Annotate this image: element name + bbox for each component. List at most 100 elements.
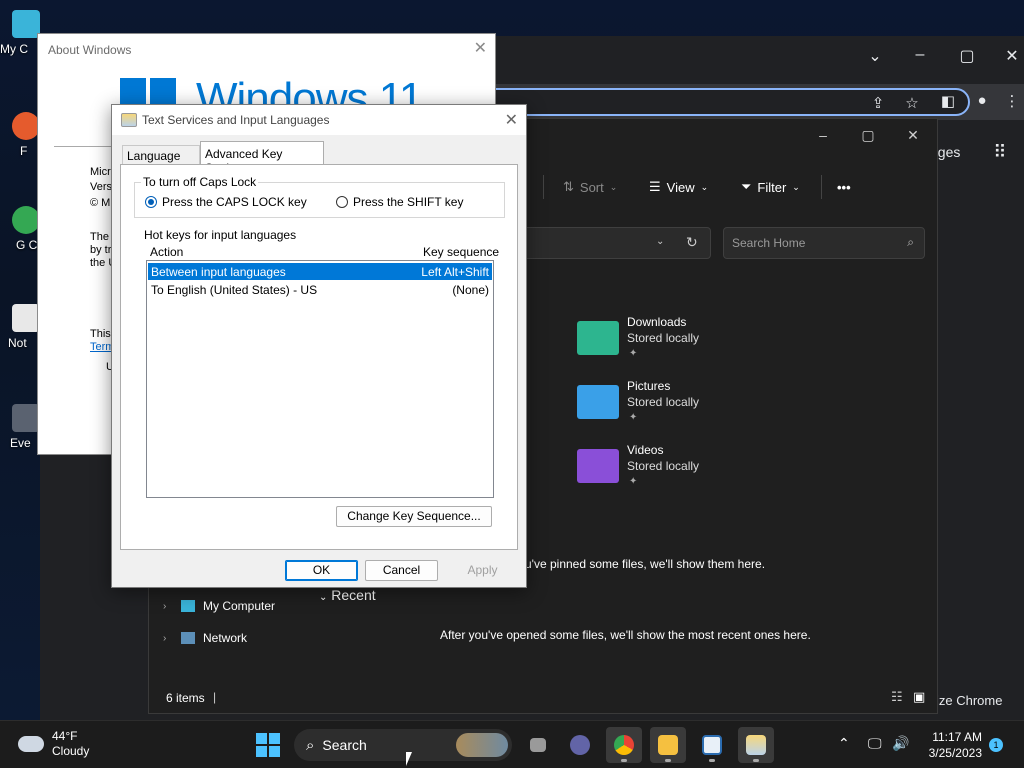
tab-advanced-key-settings[interactable]: Advanced Key Settings: [200, 141, 324, 175]
address-bar[interactable]: ⇪ ☆: [480, 88, 970, 116]
desktop-icon-firefox[interactable]: F: [0, 112, 40, 158]
star-icon[interactable]: ☆: [902, 94, 922, 112]
close-icon[interactable]: ✕: [1000, 46, 1024, 66]
group-label: To turn off Caps Lock: [141, 175, 259, 189]
notification-badge[interactable]: 1: [989, 738, 1003, 752]
apply-button: Apply: [446, 560, 519, 581]
quick-access-pictures[interactable]: Pictures Stored locally ✦: [577, 379, 777, 431]
taskbar: 44°F Cloudy ⌕ Search ⌃ 🖵 🔊 11:17 AM 3/25…: [0, 720, 1024, 768]
cloud-icon: [18, 736, 44, 752]
refresh-icon[interactable]: ↻: [686, 234, 698, 251]
date: 3/25/2023: [928, 746, 982, 760]
recent-section-header[interactable]: ⌄ Recent: [319, 587, 376, 603]
radio-caps-lock[interactable]: Press the CAPS LOCK key: [145, 195, 307, 209]
sort-button[interactable]: ⇅ Sort ⌄: [563, 171, 617, 203]
share-icon[interactable]: ⇪: [868, 94, 888, 112]
chevron-up-icon[interactable]: ⌃: [838, 735, 850, 752]
clock[interactable]: 11:17 AM 3/25/2023: [920, 729, 982, 761]
taskbar-search[interactable]: ⌕ Search: [294, 729, 512, 761]
address-bar[interactable]: ⌄ ↻: [511, 227, 711, 259]
command-separator: [543, 175, 544, 199]
desktop-icon-chrome[interactable]: G Ch: [0, 206, 40, 252]
computer-icon: [181, 600, 195, 612]
start-button[interactable]: [256, 733, 280, 757]
chevron-down-icon: ⌄: [700, 181, 709, 192]
chevron-down-icon[interactable]: ⌄: [656, 236, 664, 247]
about-text: Vers: [90, 181, 113, 193]
column-header-key-sequence[interactable]: Key sequence: [423, 245, 499, 259]
chat-icon: [570, 735, 590, 755]
change-key-sequence-button[interactable]: Change Key Sequence...: [336, 506, 492, 527]
close-icon[interactable]: ✕: [901, 127, 925, 144]
radio-shift[interactable]: Press the SHIFT key: [336, 195, 463, 209]
about-text: © M: [90, 197, 111, 209]
tiles-view-icon[interactable]: ▣: [913, 689, 925, 705]
text-services-taskbar-button[interactable]: [738, 727, 774, 763]
hotkeys-list[interactable]: Between input languages Left Alt+Shift T…: [146, 260, 494, 498]
text-services-dialog: Text Services and Input Languages ✕ Lang…: [111, 104, 527, 588]
close-icon[interactable]: ✕: [474, 38, 487, 58]
list-item[interactable]: To English (United States) - US (None): [148, 281, 492, 298]
chevron-down-icon: ⌄: [609, 181, 618, 192]
window-icon: [702, 735, 722, 755]
chevron-down-icon: ⌄: [792, 181, 800, 192]
chrome-taskbar-button[interactable]: [606, 727, 642, 763]
temperature: 44°F: [52, 729, 78, 743]
desktop-icon-event[interactable]: Eve: [0, 404, 40, 450]
about-text: by tr: [90, 244, 112, 256]
side-panel-icon[interactable]: ◧: [938, 92, 958, 110]
about-windows-taskbar-button[interactable]: [694, 727, 730, 763]
cancel-button[interactable]: Cancel: [365, 560, 438, 581]
teams-button[interactable]: [562, 727, 598, 763]
caps-lock-group: To turn off Caps Lock Press the CAPS LOC…: [134, 175, 505, 218]
details-view-icon[interactable]: ☷: [891, 689, 903, 705]
apps-grid-icon[interactable]: ⠿: [990, 142, 1010, 163]
desktop-icon-my-computer[interactable]: My C: [0, 10, 40, 56]
time: 11:17 AM: [932, 730, 982, 744]
search-icon: ⌕: [306, 736, 315, 754]
task-view-button[interactable]: [520, 727, 556, 763]
nav-item-network[interactable]: › Network: [163, 631, 247, 645]
volume-icon[interactable]: 🔊: [892, 735, 909, 752]
view-button[interactable]: ☰ View ⌄: [649, 171, 708, 203]
search-highlight-image: [456, 733, 508, 757]
status-bar: 6 items | ☷ ▣: [149, 685, 937, 713]
chevron-down-icon[interactable]: ⌄: [863, 46, 887, 66]
quick-access-downloads[interactable]: Downloads Stored locally ✦: [577, 315, 777, 367]
item-count: 6 items: [166, 691, 205, 705]
minimize-icon[interactable]: –: [811, 127, 835, 143]
command-separator: [821, 175, 822, 199]
network-icon[interactable]: 🖵: [868, 735, 882, 752]
list-item[interactable]: Between input languages Left Alt+Shift: [148, 263, 492, 280]
chevron-right-icon: ›: [163, 632, 167, 644]
maximize-icon[interactable]: ▢: [955, 46, 979, 66]
firefox-icon: [12, 112, 40, 140]
mouse-cursor: [406, 752, 412, 766]
running-indicator: [665, 759, 671, 762]
weather-condition: Cloudy: [52, 744, 90, 758]
videos-folder-icon: [577, 449, 619, 483]
menu-icon[interactable]: ⋮: [1002, 92, 1022, 110]
pin-icon: ✦: [629, 476, 638, 487]
nav-item-my-computer[interactable]: › My Computer: [163, 599, 275, 613]
search-input[interactable]: Search Home ⌕: [723, 227, 925, 259]
filter-button[interactable]: ⏷ Filter ⌄: [741, 171, 800, 203]
maximize-icon[interactable]: ▢: [856, 127, 880, 144]
customize-chrome-button[interactable]: ize Chrome: [936, 693, 1002, 708]
profile-icon[interactable]: ●: [972, 92, 992, 109]
ok-button[interactable]: OK: [285, 560, 358, 581]
network-icon: [181, 632, 195, 644]
tab-language-bar[interactable]: Language Bar: [122, 145, 200, 177]
file-explorer-taskbar-button[interactable]: [650, 727, 686, 763]
close-icon[interactable]: ✕: [505, 110, 518, 130]
desktop-icon-notepad[interactable]: Not: [0, 304, 40, 350]
more-options-button[interactable]: •••: [837, 171, 851, 203]
weather-widget[interactable]: 44°F Cloudy: [18, 729, 89, 759]
about-text: This: [90, 328, 111, 340]
folder-icon: [658, 735, 678, 755]
minimize-icon[interactable]: –: [908, 46, 932, 64]
chrome-icon: [12, 206, 40, 234]
event-viewer-icon: [12, 404, 40, 432]
quick-access-videos[interactable]: Videos Stored locally ✦: [577, 443, 777, 495]
column-header-action[interactable]: Action: [150, 245, 183, 259]
